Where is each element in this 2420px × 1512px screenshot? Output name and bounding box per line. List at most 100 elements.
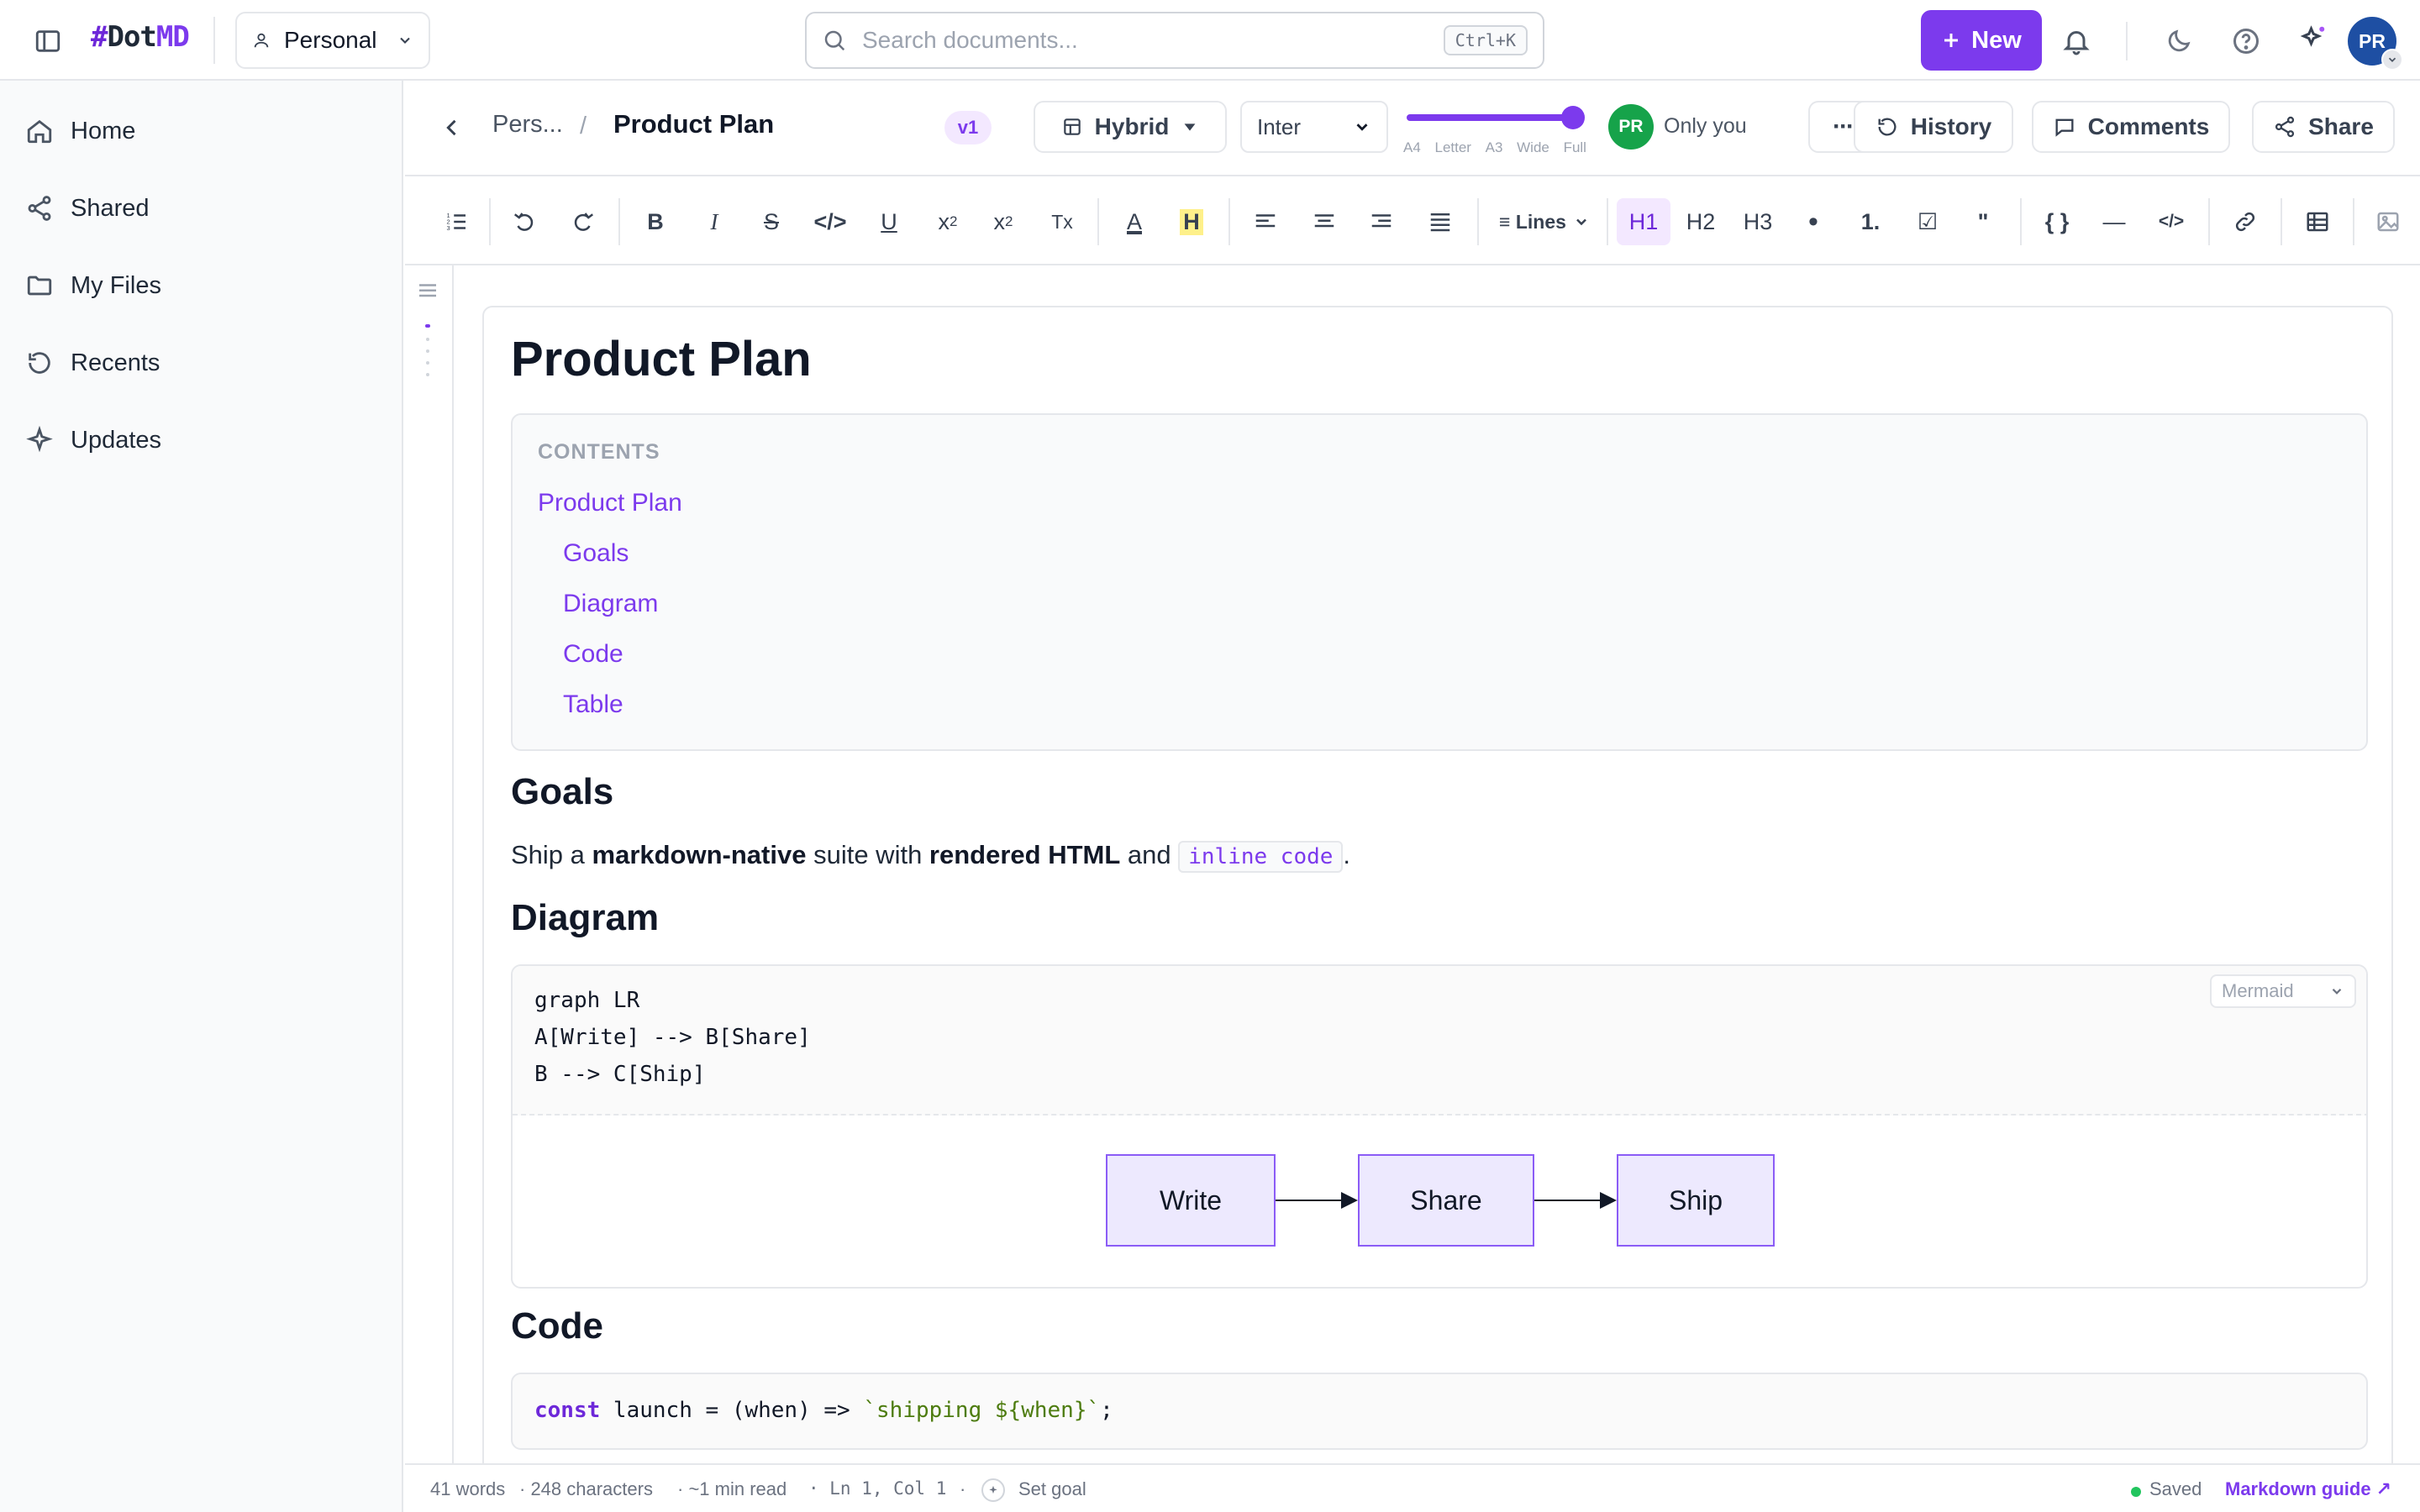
outline-marker-active[interactable]: [425, 324, 430, 328]
visibility-label[interactable]: Only you: [1664, 114, 1747, 139]
highlight-button[interactable]: H: [1170, 198, 1213, 245]
new-document-button[interactable]: New: [1921, 10, 2042, 71]
clear-format-button[interactable]: Tx: [1040, 198, 1084, 245]
dark-mode-moon-icon[interactable]: [2160, 22, 2198, 60]
document-page[interactable]: Product Plan CONTENTS Product Plan Goals…: [482, 306, 2393, 1463]
help-icon[interactable]: [2227, 22, 2265, 60]
back-chevron-icon[interactable]: [435, 111, 469, 144]
svg-text:3: 3: [447, 224, 450, 232]
mermaid-diagram-block[interactable]: graph LR A[Write] --> B[Share] B --> C[S…: [511, 964, 2368, 1289]
slider-track: [1407, 114, 1575, 121]
task-list-button[interactable]: ☑: [1906, 198, 1949, 245]
subscript-button[interactable]: x2: [981, 198, 1025, 245]
toolbar-divider: [1607, 198, 1608, 245]
view-mode-dropdown[interactable]: Hybrid: [1034, 101, 1227, 153]
doc-heading-code[interactable]: Code: [511, 1305, 603, 1347]
app-logo[interactable]: #DotMD: [91, 20, 190, 54]
user-avatar[interactable]: PR: [2348, 17, 2403, 71]
italic-button[interactable]: I: [692, 198, 736, 245]
home-icon: [27, 119, 52, 144]
toc-link[interactable]: Code: [563, 640, 623, 669]
search-input[interactable]: [862, 27, 1428, 54]
document-title[interactable]: Product Plan: [613, 109, 774, 139]
link-icon[interactable]: [2223, 198, 2267, 245]
diagram-language-select[interactable]: Mermaid: [2210, 974, 2356, 1008]
history-button[interactable]: History: [1854, 101, 2013, 153]
undo-icon[interactable]: [502, 198, 546, 245]
share-button[interactable]: Share: [2252, 101, 2395, 153]
workspace-switcher[interactable]: Personal: [235, 12, 430, 69]
heading-3-button[interactable]: H3: [1731, 198, 1785, 245]
toc-toggle-icon[interactable]: 123: [435, 198, 479, 245]
toc-link[interactable]: Goals: [563, 539, 629, 568]
superscript-button[interactable]: x2: [926, 198, 970, 245]
text-run: .: [1343, 840, 1351, 869]
doc-heading-goals[interactable]: Goals: [511, 771, 613, 813]
align-right-icon[interactable]: [1360, 198, 1403, 245]
toolbar-divider: [489, 198, 491, 245]
sidebar-item-shared[interactable]: Shared: [25, 183, 378, 234]
toolbar-divider: [1097, 198, 1099, 245]
comments-button[interactable]: Comments: [2032, 101, 2230, 153]
document-header: Pers... / Product Plan v1 Hybrid Inter A…: [405, 81, 2420, 176]
sidebar-item-recents[interactable]: Recents: [25, 338, 378, 388]
html-block-button[interactable]: </>: [2149, 198, 2193, 245]
line-spacing-dropdown[interactable]: ≡ Lines: [1492, 198, 1597, 245]
heading-1-button[interactable]: H1: [1617, 198, 1670, 245]
sidebar: Home Shared My Files Recents Updates: [0, 81, 403, 1512]
search-bar[interactable]: Ctrl+K: [805, 12, 1544, 69]
table-icon[interactable]: [2296, 198, 2339, 245]
goals-paragraph[interactable]: Ship a markdown-native suite with render…: [511, 840, 1351, 873]
horizontal-rule-button[interactable]: —: [2092, 198, 2136, 245]
align-justify-icon[interactable]: [1418, 198, 1462, 245]
align-left-icon[interactable]: [1244, 198, 1287, 245]
doc-heading-diagram[interactable]: Diagram: [511, 897, 659, 939]
set-goal-link[interactable]: Set goal: [1018, 1478, 1086, 1500]
align-center-icon[interactable]: [1302, 198, 1346, 245]
markdown-guide-link[interactable]: Markdown guide ↗: [2225, 1478, 2391, 1500]
toolbar-divider: [2020, 198, 2022, 245]
inline-code-button[interactable]: </>: [808, 198, 852, 245]
sidebar-item-home[interactable]: Home: [25, 106, 378, 156]
outline-marker[interactable]: [426, 361, 429, 365]
bullet-list-button[interactable]: •: [1791, 198, 1835, 245]
code-block[interactable]: const launch = (when) => `shipping ${whe…: [511, 1373, 2368, 1450]
outline-marker[interactable]: [426, 373, 429, 376]
redo-icon[interactable]: [561, 198, 605, 245]
underline-button[interactable]: U: [867, 198, 911, 245]
sidebar-item-my-files[interactable]: My Files: [25, 260, 378, 311]
chevron-down-icon: [2332, 988, 2342, 995]
outline-marker[interactable]: [426, 338, 429, 341]
numbered-list-button[interactable]: 1.: [1849, 198, 1892, 245]
version-badge[interactable]: v1: [944, 111, 992, 144]
status-separator: ·: [960, 1478, 966, 1499]
doc-heading-1[interactable]: Product Plan: [511, 331, 812, 387]
toc-link[interactable]: Diagram: [563, 590, 658, 618]
notifications-bell-icon[interactable]: [2057, 22, 2096, 60]
strikethrough-button[interactable]: S: [750, 198, 793, 245]
toc-link[interactable]: Product Plan: [538, 489, 682, 517]
image-icon[interactable]: [2366, 198, 2410, 245]
toc-link[interactable]: Table: [563, 690, 623, 719]
bold-run: rendered HTML: [929, 840, 1121, 869]
folder-icon: [27, 276, 52, 296]
code-block-button[interactable]: { }: [2035, 198, 2079, 245]
sidebar-item-updates[interactable]: Updates: [25, 415, 378, 465]
blockquote-button[interactable]: ": [1961, 198, 2005, 245]
slider-thumb[interactable]: [1561, 106, 1585, 129]
outline-marker[interactable]: [426, 349, 429, 353]
outline-toggle-icon[interactable]: [415, 279, 440, 308]
ai-sparkle-icon[interactable]: [2292, 18, 2333, 59]
diagram-source[interactable]: graph LR A[Write] --> B[Share] B --> C[S…: [513, 966, 2366, 1116]
bold-button[interactable]: B: [634, 198, 677, 245]
superscript-mark: 2: [950, 213, 958, 229]
workspace-label: Personal: [284, 27, 377, 53]
breadcrumb-parent[interactable]: Pers...: [492, 111, 563, 139]
page-width-slider[interactable]: A4 Letter A3 Wide Full: [1403, 106, 1586, 156]
toolbar-divider: [2281, 198, 2282, 245]
heading-2-button[interactable]: H2: [1674, 198, 1728, 245]
toolbar-divider: [618, 198, 620, 245]
font-select[interactable]: Inter: [1240, 101, 1388, 153]
sidebar-toggle-icon[interactable]: [30, 24, 66, 59]
text-color-button[interactable]: A: [1113, 198, 1156, 245]
